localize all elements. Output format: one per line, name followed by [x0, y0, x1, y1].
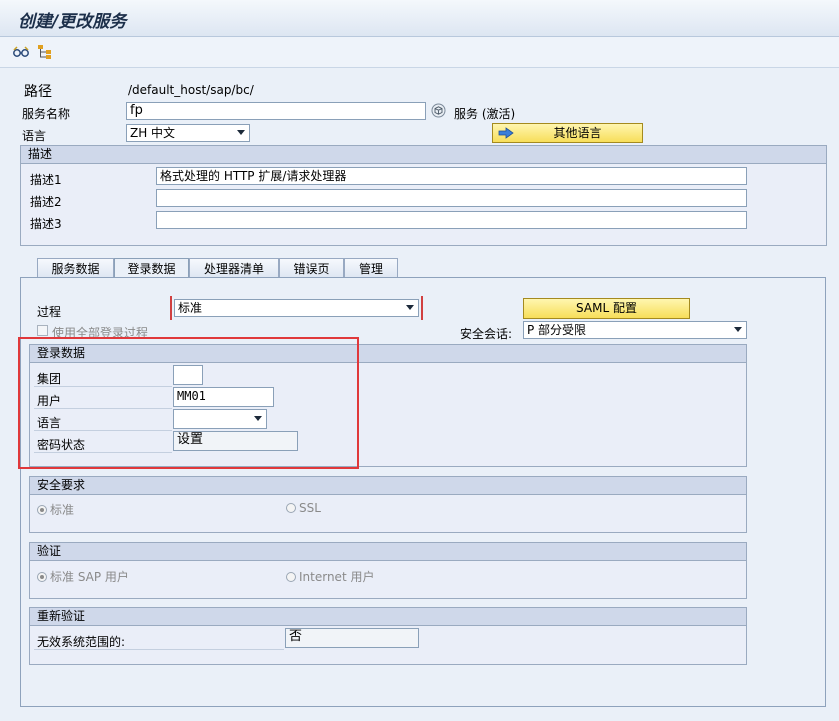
reauthentication-title: 重新验证: [30, 608, 746, 626]
description-field-3[interactable]: [156, 211, 747, 229]
language-value: ZH 中文: [130, 126, 176, 140]
tab-administration[interactable]: 管理: [344, 258, 398, 278]
application-toolbar: [0, 37, 839, 68]
security-session-value: P 部分受限: [527, 323, 587, 337]
service-name-label: 服务名称: [22, 107, 71, 121]
tab-logon-data[interactable]: 登录数据: [114, 258, 189, 279]
cube-icon[interactable]: [431, 103, 446, 118]
radio-selected-icon: [37, 572, 47, 582]
radio-unselected-icon: [286, 503, 296, 513]
chevron-down-icon: [237, 130, 245, 135]
security-standard-option[interactable]: 标准: [37, 501, 74, 518]
required-field-marker: [170, 296, 423, 320]
glasses-icon[interactable]: [12, 44, 30, 60]
tab-handler-list[interactable]: 处理器清单: [189, 258, 279, 278]
auth-internet-option[interactable]: Internet 用户: [286, 568, 374, 585]
reauth-label: 无效系统范围的:: [37, 635, 126, 649]
security-requirement-group: 安全要求: [29, 476, 747, 533]
security-standard-label: 标准: [50, 503, 75, 517]
description-label-2: 描述2: [30, 195, 62, 209]
hierarchy-icon[interactable]: [36, 44, 54, 60]
security-requirement-title: 安全要求: [30, 477, 746, 495]
description-label-1: 描述1: [30, 173, 62, 187]
description-label-3: 描述3: [30, 217, 62, 231]
language-label: 语言: [22, 129, 47, 143]
other-language-label: 其他语言: [553, 126, 602, 140]
description-field-2[interactable]: [156, 189, 747, 207]
language-dropdown[interactable]: ZH 中文: [126, 124, 250, 142]
authentication-title: 验证: [30, 543, 746, 561]
use-all-checkbox[interactable]: [37, 325, 48, 336]
tab-service-data[interactable]: 服务数据: [37, 258, 114, 278]
auth-standard-option[interactable]: 标准 SAP 用户: [37, 568, 129, 585]
path-label: 路径: [24, 84, 52, 100]
description-group-title: 描述: [21, 146, 826, 164]
tab-error-pages[interactable]: 错误页: [279, 258, 344, 278]
highlight-box: [18, 337, 359, 469]
arrow-right-icon: [498, 126, 514, 145]
chevron-down-icon: [734, 327, 742, 332]
radio-selected-icon: [37, 505, 47, 515]
security-session-label: 安全会话:: [460, 327, 513, 341]
service-name-field[interactable]: fp: [126, 102, 426, 120]
other-language-button[interactable]: 其他语言: [492, 123, 643, 143]
procedure-label: 过程: [37, 305, 62, 319]
security-ssl-option[interactable]: SSL: [286, 501, 321, 515]
authentication-group: 验证: [29, 542, 747, 599]
path-value: /default_host/sap/bc/: [128, 83, 254, 97]
reauth-field[interactable]: 否: [285, 628, 419, 648]
security-ssl-label: SSL: [299, 501, 321, 515]
auth-internet-label: Internet 用户: [299, 570, 375, 584]
window-title: 创建/更改服务: [18, 12, 127, 32]
service-status: 服务 (激活): [454, 107, 516, 121]
radio-unselected-icon: [286, 572, 296, 582]
description-field-1[interactable]: 格式处理的 HTTP 扩展/请求处理器: [156, 167, 747, 185]
auth-standard-label: 标准 SAP 用户: [50, 570, 129, 584]
security-session-dropdown[interactable]: P 部分受限: [523, 321, 747, 339]
saml-config-button[interactable]: SAML 配置: [523, 298, 690, 319]
